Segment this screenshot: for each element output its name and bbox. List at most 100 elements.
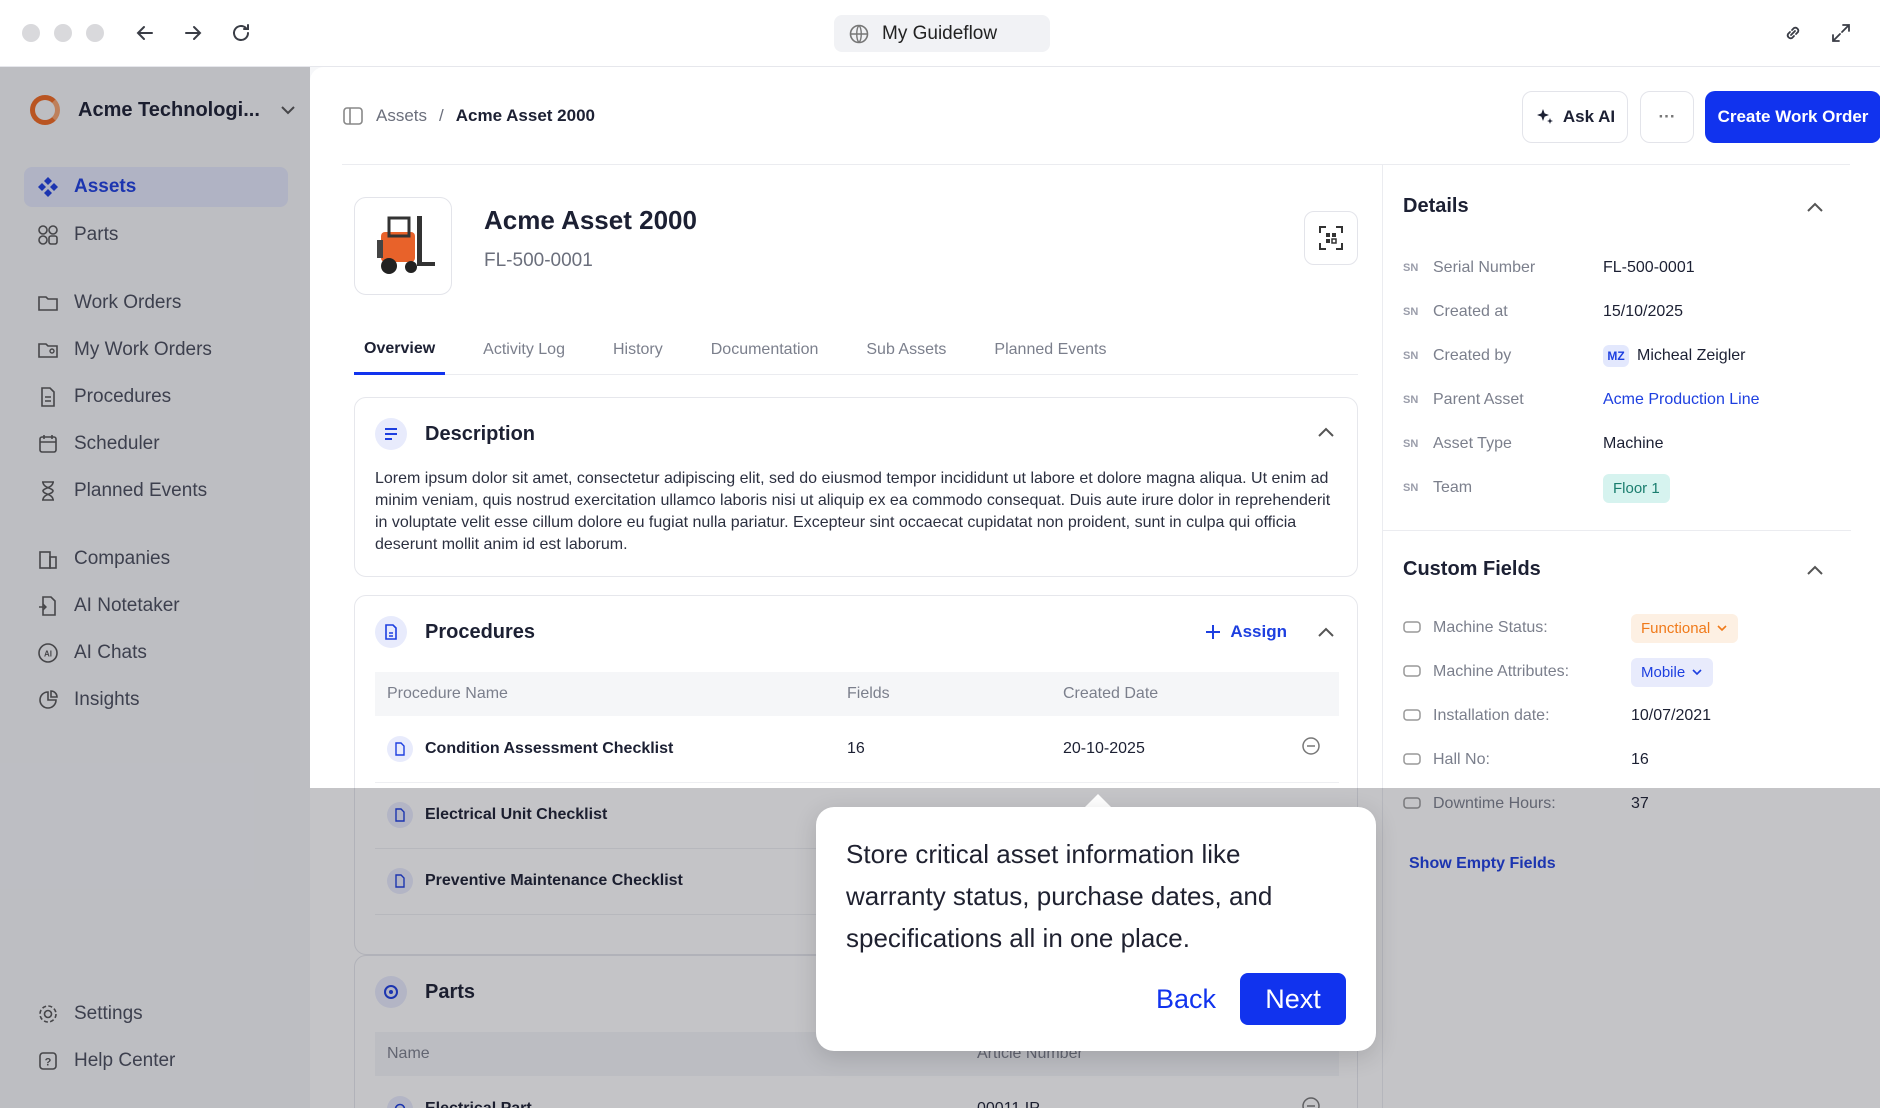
window-maximize-dot[interactable] xyxy=(86,24,104,42)
create-work-order-label: Create Work Order xyxy=(1717,107,1869,126)
more-icon: ··· xyxy=(1658,107,1676,126)
team-badge: Floor 1 xyxy=(1603,473,1670,503)
asset-code: FL-500-0001 xyxy=(484,250,593,271)
tour-overlay-left xyxy=(0,67,310,1108)
asset-tabs: Overview Activity Log History Documentat… xyxy=(354,325,1358,375)
sn-tag-icon: SN xyxy=(1403,394,1419,406)
column-header: Fields xyxy=(835,672,1051,716)
breadcrumb: Assets / Acme Asset 2000 xyxy=(342,105,595,127)
address-bar[interactable]: My Guideflow xyxy=(834,15,1050,52)
custom-field-hall-no: Hall No: 16 xyxy=(1403,745,1843,775)
detail-row-team: SN Team Floor 1 xyxy=(1403,473,1843,503)
custom-field-value: 16 xyxy=(1631,751,1649,768)
assign-label: Assign xyxy=(1230,622,1287,641)
custom-field-machine-status: Machine Status: Functional xyxy=(1403,613,1843,643)
procedures-header: Procedures xyxy=(375,616,535,648)
more-options-button[interactable]: ··· xyxy=(1640,91,1694,143)
browser-toolbar: My Guideflow xyxy=(0,0,1880,67)
procedure-fields: 16 xyxy=(835,716,1051,783)
table-row[interactable]: Condition Assessment Checklist 16 20-10-… xyxy=(375,716,1339,783)
chevron-up-icon[interactable] xyxy=(1315,622,1337,644)
link-icon[interactable] xyxy=(1778,18,1808,48)
procedure-date: 20-10-2025 xyxy=(1051,716,1289,783)
divider xyxy=(1383,530,1851,531)
back-arrow-icon[interactable] xyxy=(130,18,160,48)
custom-field-machine-attributes: Machine Attributes: Mobile xyxy=(1403,657,1843,687)
page-title: My Guideflow xyxy=(882,22,998,44)
sn-tag-icon: SN xyxy=(1403,262,1419,274)
detail-label: Created by xyxy=(1433,347,1512,364)
window-minimize-dot[interactable] xyxy=(54,24,72,42)
tab-planned-events[interactable]: Planned Events xyxy=(984,325,1116,375)
description-title: Description xyxy=(425,422,536,445)
reload-icon[interactable] xyxy=(226,18,256,48)
custom-field-installation-date: Installation date: 10/07/2021 xyxy=(1403,701,1843,731)
description-header: Description xyxy=(375,418,535,450)
detail-row-created-at: SN Created at 15/10/2025 xyxy=(1403,297,1843,327)
custom-field-label: Machine Attributes: xyxy=(1433,663,1570,680)
qr-scan-icon xyxy=(1319,226,1343,250)
detail-label: Parent Asset xyxy=(1433,391,1524,408)
tab-activity-log[interactable]: Activity Log xyxy=(473,325,575,375)
create-work-order-button[interactable]: Create Work Order xyxy=(1705,91,1880,143)
ask-ai-label: Ask AI xyxy=(1562,107,1616,126)
tooltip-arrow xyxy=(1084,794,1112,808)
table-header-row: Procedure Name Fields Created Date xyxy=(375,672,1339,716)
custom-field-label: Machine Status: xyxy=(1433,619,1548,636)
sidebar-toggle-icon[interactable] xyxy=(342,105,364,127)
remove-circle-icon[interactable] xyxy=(1301,736,1321,756)
column-header: Procedure Name xyxy=(375,672,835,716)
tab-overview[interactable]: Overview xyxy=(354,325,446,375)
machine-attributes-select[interactable]: Mobile xyxy=(1631,657,1714,687)
tour-tooltip: Store critical asset information like wa… xyxy=(816,807,1376,1051)
window-close-dot[interactable] xyxy=(22,24,40,42)
forklift-image xyxy=(377,216,435,274)
chevron-down-icon xyxy=(1717,625,1727,632)
sn-tag-icon: SN xyxy=(1403,350,1419,362)
machine-status-select[interactable]: Functional xyxy=(1631,613,1739,643)
page-header: Assets / Acme Asset 2000 Ask AI ··· Crea… xyxy=(342,67,1880,165)
globe-icon xyxy=(849,24,869,43)
qr-scan-button[interactable] xyxy=(1304,211,1358,265)
description-panel: Description Lorem ipsum dolor sit amet, … xyxy=(354,397,1358,577)
field-icon xyxy=(1403,664,1433,681)
tour-back-button[interactable]: Back xyxy=(1134,973,1238,1025)
chevron-down-icon xyxy=(1692,669,1702,676)
detail-value-user[interactable]: MZ Micheal Zeigler xyxy=(1603,345,1745,367)
custom-field-label: Hall No: xyxy=(1433,751,1490,768)
ask-ai-button[interactable]: Ask AI xyxy=(1522,91,1628,143)
procedure-doc-icon xyxy=(375,616,407,648)
forward-arrow-icon[interactable] xyxy=(178,18,208,48)
tab-sub-assets[interactable]: Sub Assets xyxy=(856,325,956,375)
field-icon xyxy=(1403,752,1433,769)
tooltip-text: Store critical asset information like wa… xyxy=(846,839,1273,953)
column-header-actions xyxy=(1289,672,1339,716)
detail-label: Serial Number xyxy=(1433,259,1536,276)
detail-value: Machine xyxy=(1603,435,1664,452)
breadcrumb-assets[interactable]: Assets xyxy=(376,106,427,126)
avatar: MZ xyxy=(1603,345,1629,367)
detail-row-parent-asset: SN Parent Asset Acme Production Line xyxy=(1403,385,1843,415)
chevron-up-icon[interactable] xyxy=(1315,422,1337,444)
detail-value: 15/10/2025 xyxy=(1603,303,1684,320)
sn-tag-icon: SN xyxy=(1403,438,1419,450)
expand-icon[interactable] xyxy=(1826,18,1856,48)
breadcrumb-separator: / xyxy=(439,106,444,125)
custom-field-value: 10/07/2021 xyxy=(1631,707,1712,724)
detail-value: FL-500-0001 xyxy=(1603,259,1695,276)
parent-asset-link[interactable]: Acme Production Line xyxy=(1603,391,1760,409)
tour-next-button[interactable]: Next xyxy=(1240,973,1346,1025)
tab-documentation[interactable]: Documentation xyxy=(701,325,829,375)
procedure-doc-icon xyxy=(387,735,413,762)
chevron-up-icon[interactable] xyxy=(1804,197,1826,219)
detail-label: Asset Type xyxy=(1433,435,1512,452)
detail-row-asset-type: SN Asset Type Machine xyxy=(1403,429,1843,459)
tab-history[interactable]: History xyxy=(603,325,673,375)
assign-button[interactable]: Assign xyxy=(1204,622,1287,642)
field-icon xyxy=(1403,708,1433,725)
sn-tag-icon: SN xyxy=(1403,482,1419,494)
description-text: Lorem ipsum dolor sit amet, consectetur … xyxy=(375,470,1331,553)
chevron-up-icon[interactable] xyxy=(1804,560,1826,582)
procedures-title: Procedures xyxy=(425,620,536,643)
machine-status-value: Functional xyxy=(1641,619,1711,637)
